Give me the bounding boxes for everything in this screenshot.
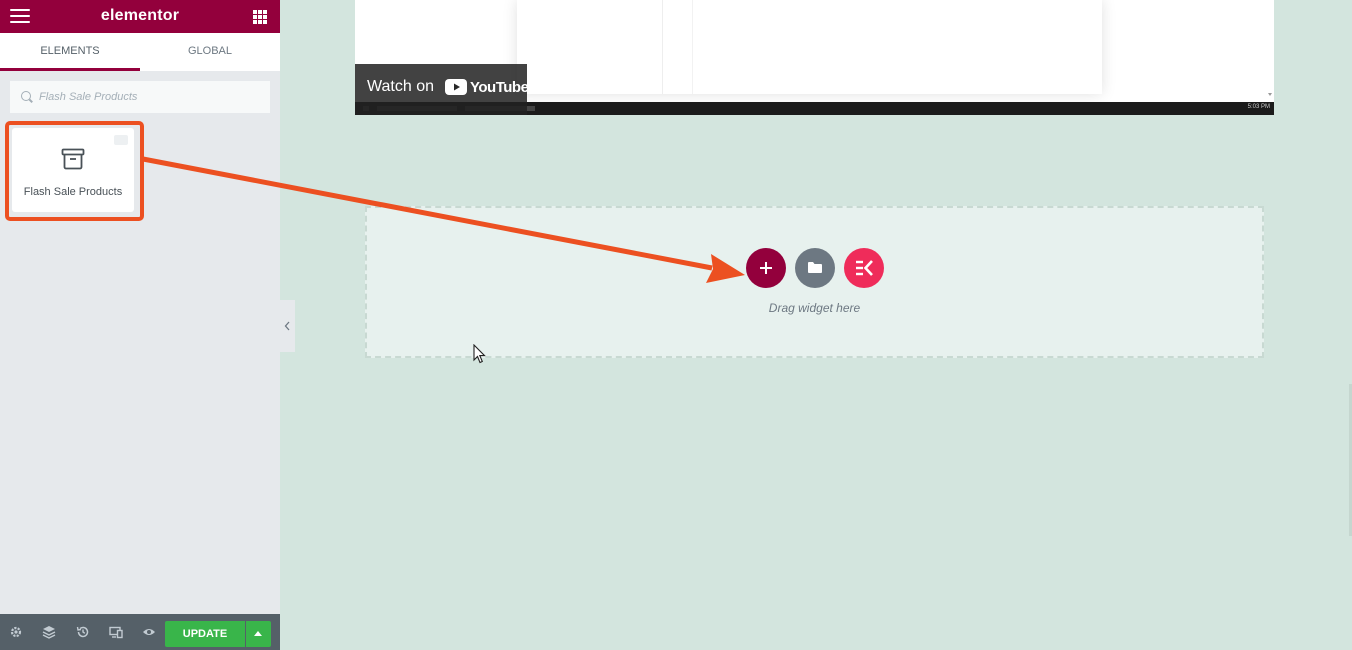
tab-elements[interactable]: ELEMENTS	[0, 33, 140, 71]
annotation-highlight-box	[5, 121, 144, 221]
responsive-icon[interactable]	[109, 625, 123, 639]
elementor-logo: elementor	[100, 7, 180, 24]
history-icon[interactable]	[76, 625, 90, 639]
watch-on-label: Watch on	[367, 78, 434, 95]
empty-section-dropzone[interactable]: Drag widget here	[365, 206, 1264, 358]
editor-sidebar: elementor ELEMENTS GLOBAL Flash Sale Pro…	[0, 0, 280, 650]
widget-search-input[interactable]: Flash Sale Products	[10, 81, 270, 113]
update-options-caret-icon[interactable]	[246, 621, 271, 647]
youtube-video-embed[interactable]: 5:03 PM Watch on YouTube	[355, 0, 1274, 115]
layers-icon[interactable]	[42, 625, 56, 639]
drag-widget-hint: Drag widget here	[768, 301, 861, 315]
watch-on-youtube-button[interactable]: Watch on YouTube	[355, 64, 529, 115]
sidebar-header: elementor	[0, 0, 280, 33]
collapse-panel-handle[interactable]	[280, 300, 295, 352]
panel-tabs: ELEMENTS GLOBAL	[0, 33, 280, 71]
elementskit-logo-icon	[856, 260, 873, 276]
preview-eye-icon[interactable]	[142, 625, 156, 639]
search-input-value: Flash Sale Products	[39, 91, 138, 103]
folder-icon	[808, 262, 822, 273]
taskbar-time: 5:03 PM	[1247, 104, 1270, 110]
update-button[interactable]: UPDATE	[165, 621, 245, 647]
tab-global[interactable]: GLOBAL	[140, 33, 280, 71]
mouse-cursor-icon	[473, 344, 486, 364]
youtube-wordmark: YouTube	[470, 79, 529, 96]
video-frame-content	[517, 0, 1102, 94]
chevron-left-icon	[284, 321, 290, 331]
settings-icon[interactable]	[9, 625, 23, 639]
search-icon	[21, 91, 31, 101]
elementskit-templates-button[interactable]	[844, 248, 884, 288]
add-template-button[interactable]	[795, 248, 835, 288]
add-section-button[interactable]	[746, 248, 786, 288]
widgets-grid-icon[interactable]	[253, 10, 267, 24]
youtube-play-icon	[445, 79, 467, 95]
video-scroll-marker	[1268, 93, 1272, 96]
